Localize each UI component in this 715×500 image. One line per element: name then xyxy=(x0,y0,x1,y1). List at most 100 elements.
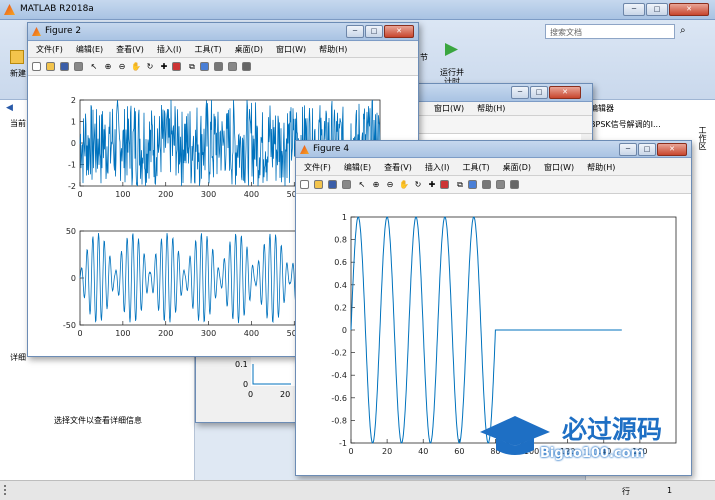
new-button-icon[interactable] xyxy=(10,50,24,64)
figure2-plot1-xtick-label: 200 xyxy=(158,190,173,199)
data-cursor-icon[interactable]: ✚ xyxy=(426,179,438,191)
figure3-maximize-button[interactable]: □ xyxy=(530,86,548,99)
open-icon[interactable] xyxy=(46,62,55,71)
search-box[interactable]: 搜索文档 xyxy=(545,24,675,39)
figure4-menu-item[interactable]: 帮助(H) xyxy=(587,162,615,173)
save-icon[interactable] xyxy=(60,62,69,71)
figure4-menu-item[interactable]: 编辑(E) xyxy=(344,162,371,173)
rotate-icon[interactable]: ↻ xyxy=(144,61,156,73)
legend-icon[interactable] xyxy=(214,62,223,71)
figure3-ytick: 0 xyxy=(243,380,249,389)
figure4-menu-item[interactable]: 工具(T) xyxy=(462,162,489,173)
pointer-icon[interactable]: ↖ xyxy=(356,179,368,191)
figure2-plot2-ytick-label: 50 xyxy=(66,227,76,236)
zoom-out-icon[interactable]: ⊖ xyxy=(116,61,128,73)
figure4-menubar: 文件(F) 编辑(E) 查看(V) 插入(I) 工具(T) 桌面(D) 窗口(W) 帮助(H) xyxy=(296,160,691,176)
maximize-button[interactable]: □ xyxy=(646,3,668,16)
figure4-ytick-label: -0.6 xyxy=(331,394,347,403)
zoom-out-icon[interactable]: ⊖ xyxy=(384,179,396,191)
figure4-xtick-label: 0 xyxy=(348,447,353,456)
new-file-icon[interactable] xyxy=(300,180,309,189)
figure4-ytick-label: -0.2 xyxy=(331,349,347,358)
editor-tab[interactable]: BPSK信号解调的I... xyxy=(590,119,661,130)
new-button-label[interactable]: 新建 xyxy=(10,68,26,79)
figure3-menu-window[interactable]: 窗口(W) xyxy=(434,103,464,114)
figure2-menu-item[interactable]: 插入(I) xyxy=(157,44,182,55)
figure3-menu-help[interactable]: 帮助(H) xyxy=(477,103,505,114)
figure2-menu-item[interactable]: 查看(V) xyxy=(116,44,144,55)
pan-icon[interactable]: ✋ xyxy=(398,179,410,191)
figure2-title: Figure 2 xyxy=(45,26,82,36)
brush-icon[interactable] xyxy=(172,62,181,71)
figure2-plot1-ytick-label: -2 xyxy=(68,182,76,191)
minimize-button[interactable]: ─ xyxy=(623,3,645,16)
data-cursor-icon[interactable]: ✚ xyxy=(158,61,170,73)
app-title: MATLAB R2018a xyxy=(20,4,94,14)
figure2-plot1-xtick-label: 300 xyxy=(201,190,216,199)
figure2-menu-item[interactable]: 文件(F) xyxy=(36,44,63,55)
figure4-xtick-label: 40 xyxy=(418,447,428,456)
search-icon[interactable]: ⌕ xyxy=(680,25,686,36)
figure2-plot1-ytick-label: 2 xyxy=(71,96,76,105)
figure2-plot1-xtick-label: 400 xyxy=(244,190,259,199)
details-text: 选择文件以查看详细信息 xyxy=(54,416,142,425)
pan-icon[interactable]: ✋ xyxy=(130,61,142,73)
figure3-xtick: 0 xyxy=(248,390,254,399)
figure2-minimize-button[interactable]: ─ xyxy=(346,25,364,38)
figure4-menu-item[interactable]: 插入(I) xyxy=(425,162,450,173)
print-icon[interactable] xyxy=(74,62,83,71)
figure2-plot2-xtick-label: 400 xyxy=(244,329,259,338)
figure2-close-button[interactable]: ✕ xyxy=(384,25,414,38)
colorbar-icon[interactable] xyxy=(468,180,477,189)
search-input[interactable]: 搜索文档 xyxy=(550,27,582,38)
workspace-side-tab[interactable]: 工作区 xyxy=(697,126,708,150)
figure4-close-button[interactable]: ✕ xyxy=(657,143,687,156)
current-folder-label: 当前 xyxy=(10,119,26,128)
figure2-plot2-xtick-label: 100 xyxy=(115,329,130,338)
rotate-icon[interactable]: ↻ xyxy=(412,179,424,191)
figure4-menu-item[interactable]: 桌面(D) xyxy=(503,162,531,173)
figure2-menu-item[interactable]: 桌面(D) xyxy=(235,44,263,55)
figure2-maximize-button[interactable]: □ xyxy=(365,25,383,38)
back-arrow-icon[interactable]: ◀ xyxy=(6,103,13,113)
figure4-ytick-label: -1 xyxy=(339,439,347,448)
figure2-menu-item[interactable]: 编辑(E) xyxy=(76,44,103,55)
figure4-menu-item[interactable]: 查看(V) xyxy=(384,162,412,173)
new-file-icon[interactable] xyxy=(32,62,41,71)
watermark: 必过源码 Biguo100.com xyxy=(480,410,680,470)
colorbar-icon[interactable] xyxy=(200,62,209,71)
link-icon[interactable]: ⧉ xyxy=(454,179,466,191)
figure2-titlebar[interactable]: Figure 2 ─ □ ✕ xyxy=(28,23,418,41)
figure4-titlebar[interactable]: Figure 4 ─ □ ✕ xyxy=(296,141,691,158)
pointer-icon[interactable]: ↖ xyxy=(88,61,100,73)
open-icon[interactable] xyxy=(314,180,323,189)
legend-icon[interactable] xyxy=(482,180,491,189)
figure4-xtick-label: 60 xyxy=(454,447,464,456)
close-button[interactable]: ✕ xyxy=(669,3,709,16)
save-icon[interactable] xyxy=(328,180,337,189)
figure4-minimize-button[interactable]: ─ xyxy=(619,143,637,156)
figure3-minimize-button[interactable]: ─ xyxy=(511,86,529,99)
figure2-menu-item[interactable]: 窗口(W) xyxy=(276,44,306,55)
figure4-ytick-label: 0.8 xyxy=(334,236,347,245)
statusbar-row: 行 xyxy=(622,487,630,496)
matlab-titlebar[interactable]: MATLAB R2018a ─ □ ✕ xyxy=(0,0,715,20)
zoom-in-icon[interactable]: ⊕ xyxy=(102,61,114,73)
link-icon[interactable]: ⧉ xyxy=(186,61,198,73)
brush-icon[interactable] xyxy=(440,180,449,189)
figure4-menu-item[interactable]: 文件(F) xyxy=(304,162,331,173)
property-icon[interactable] xyxy=(242,62,251,71)
figure4-maximize-button[interactable]: □ xyxy=(638,143,656,156)
grid-icon[interactable] xyxy=(496,180,505,189)
figure2-matlab-icon xyxy=(32,27,41,36)
figure3-close-button[interactable]: ✕ xyxy=(549,86,581,99)
property-icon[interactable] xyxy=(510,180,519,189)
figure2-plot1-xtick-label: 100 xyxy=(115,190,130,199)
figure2-menu-item[interactable]: 帮助(H) xyxy=(319,44,347,55)
editor-path: 编辑器 xyxy=(590,104,614,113)
print-icon[interactable] xyxy=(342,180,351,189)
figure2-menu-item[interactable]: 工具(T) xyxy=(194,44,221,55)
figure4-menu-item[interactable]: 窗口(W) xyxy=(544,162,574,173)
zoom-in-icon[interactable]: ⊕ xyxy=(370,179,382,191)
grid-icon[interactable] xyxy=(228,62,237,71)
